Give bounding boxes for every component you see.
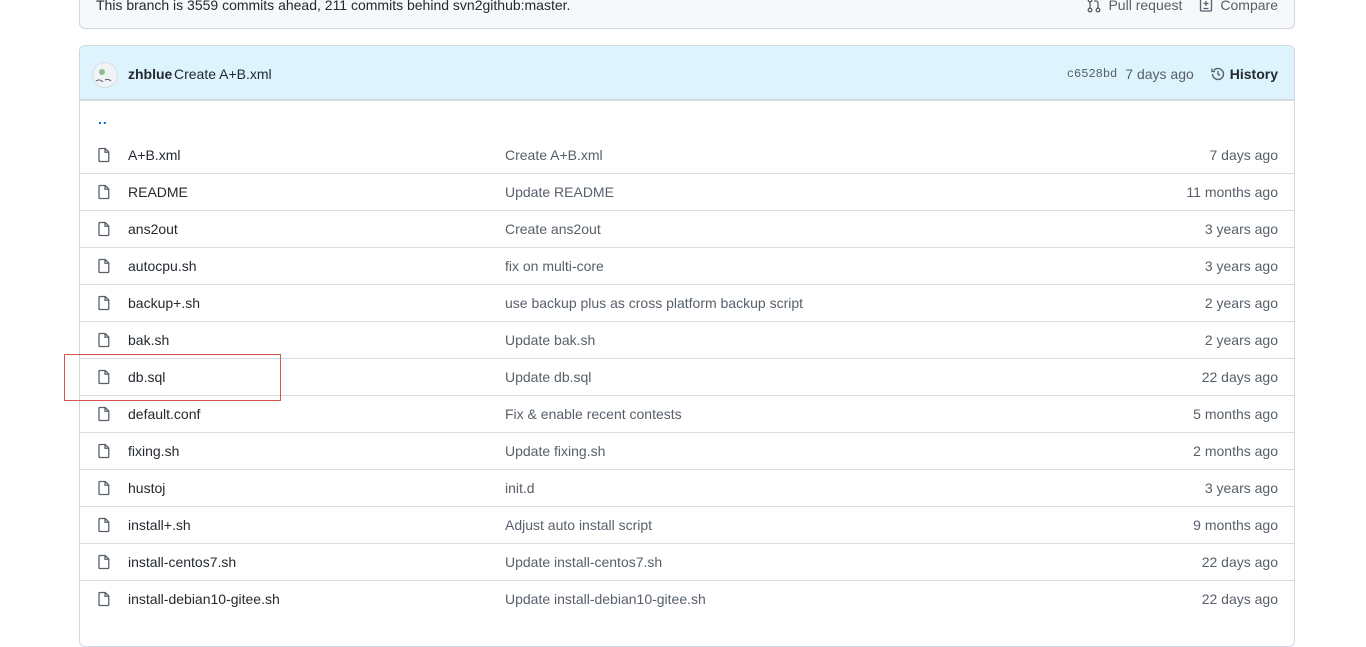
file-row[interactable]: hustoj init.d 3 years ago xyxy=(80,469,1294,506)
file-name-link[interactable]: hustoj xyxy=(128,480,165,496)
compare-icon xyxy=(1200,0,1213,12)
file-icon xyxy=(96,258,112,274)
file-commit-age: 5 months ago xyxy=(1193,406,1278,422)
file-row[interactable]: install+.sh Adjust auto install script 9 m… xyxy=(80,506,1294,543)
file-commit-age: 7 days ago xyxy=(1209,147,1279,163)
file-row[interactable]: install-centos7.sh Update install-centos7… xyxy=(80,543,1294,580)
file-name-link[interactable]: A+B.xml xyxy=(128,147,181,163)
file-commit-message-link[interactable]: Update db.sql xyxy=(505,369,591,385)
commit-sha-link[interactable]: c6528bd xyxy=(1067,67,1117,81)
pull-request-label: Pull request xyxy=(1108,0,1183,13)
file-icon xyxy=(96,369,112,385)
file-icon xyxy=(96,221,112,237)
file-commit-message-link[interactable]: Create A+B.xml xyxy=(505,147,603,163)
file-icon xyxy=(96,517,112,533)
commit-author-link[interactable]: zhblue xyxy=(128,66,172,82)
file-commit-message-link[interactable]: init.d xyxy=(505,480,535,496)
file-commit-message-link[interactable]: Adjust auto install script xyxy=(505,517,652,533)
file-browser: zhblue Create A+B.xml c6528bd 7 days ago… xyxy=(79,45,1295,647)
history-icon xyxy=(1211,67,1224,81)
file-commit-message-link[interactable]: Update README xyxy=(505,184,614,200)
file-icon xyxy=(96,443,112,459)
file-icon xyxy=(96,480,112,496)
file-row[interactable]: autocpu.sh fix on multi-core 3 years ago xyxy=(80,247,1294,284)
file-commit-age: 9 months ago xyxy=(1193,517,1278,533)
commit-meta: c6528bd 7 days ago History xyxy=(1067,66,1278,82)
commit-age: 7 days ago xyxy=(1125,66,1194,82)
file-row[interactable]: ans2out Create ans2out 3 years ago xyxy=(80,210,1294,247)
file-name-link[interactable]: db.sql xyxy=(128,369,165,385)
commit-message-link[interactable]: Create A+B.xml xyxy=(174,66,272,82)
file-row[interactable]: db.sql Update db.sql 22 days ago xyxy=(80,358,1294,395)
file-row[interactable]: fixing.sh Update fixing.sh 2 months ago xyxy=(80,432,1294,469)
pull-request-button[interactable]: Pull request xyxy=(1086,0,1182,13)
file-commit-age: 2 years ago xyxy=(1204,332,1278,348)
file-name-link[interactable]: install+.sh xyxy=(128,517,191,533)
file-commit-message-link[interactable]: Update fixing.sh xyxy=(505,443,605,459)
history-label: History xyxy=(1229,66,1278,82)
file-name-link[interactable]: fixing.sh xyxy=(128,443,179,459)
file-name-link[interactable]: autocpu.sh xyxy=(128,258,197,274)
file-icon xyxy=(96,295,112,311)
parent-directory-link[interactable]: .. xyxy=(98,111,108,127)
file-commit-message-link[interactable]: Update install-debian10-gitee.sh xyxy=(505,591,706,607)
branch-actions: Pull request Compare xyxy=(1086,0,1278,13)
file-name-link[interactable]: README xyxy=(128,184,188,200)
author-avatar[interactable] xyxy=(92,62,118,88)
file-row[interactable]: A+B.xml Create A+B.xml 7 days ago xyxy=(80,137,1294,173)
file-icon xyxy=(96,406,112,422)
file-row[interactable]: bak.sh Update bak.sh 2 years ago xyxy=(80,321,1294,358)
file-name-link[interactable]: backup+.sh xyxy=(128,295,200,311)
history-link[interactable]: History xyxy=(1210,66,1278,82)
branch-status-text: This branch is 3559 commits ahead, 211 c… xyxy=(96,0,571,13)
file-commit-age: 11 months ago xyxy=(1186,184,1278,200)
file-commit-age: 3 years ago xyxy=(1204,221,1278,237)
parent-directory-row[interactable]: .. xyxy=(80,100,1294,137)
file-commit-message-link[interactable]: use backup plus as cross platform backup… xyxy=(505,295,803,311)
file-commit-age: 3 years ago xyxy=(1204,258,1278,274)
file-row[interactable]: default.conf Fix & enable recent contests… xyxy=(80,395,1294,432)
latest-commit-header: zhblue Create A+B.xml c6528bd 7 days ago… xyxy=(80,46,1294,100)
file-name-link[interactable]: bak.sh xyxy=(128,332,169,348)
file-name-link[interactable]: default.conf xyxy=(128,406,200,422)
file-commit-age: 2 months ago xyxy=(1193,443,1278,459)
file-commit-message-link[interactable]: Fix & enable recent contests xyxy=(505,406,682,422)
compare-label: Compare xyxy=(1220,0,1278,13)
file-commit-message-link[interactable]: Create ans2out xyxy=(505,221,601,237)
pull-request-icon xyxy=(1088,0,1101,13)
file-row[interactable]: install-debian10-gitee.sh Update install-… xyxy=(80,580,1294,617)
file-row[interactable]: README Update README 11 months ago xyxy=(80,173,1294,210)
compare-button[interactable]: Compare xyxy=(1198,0,1278,13)
file-commit-message-link[interactable]: fix on multi-core xyxy=(505,258,604,274)
file-icon xyxy=(96,184,112,200)
file-commit-age: 3 years ago xyxy=(1204,480,1278,496)
file-name-link[interactable]: ans2out xyxy=(128,221,178,237)
file-commit-age: 2 years ago xyxy=(1204,295,1278,311)
file-icon xyxy=(96,591,112,607)
file-commit-age: 22 days ago xyxy=(1201,554,1278,570)
file-name-link[interactable]: install-centos7.sh xyxy=(128,554,236,570)
file-icon xyxy=(96,147,112,163)
file-commit-message-link[interactable]: Update install-centos7.sh xyxy=(505,554,662,570)
file-name-link[interactable]: install-debian10-gitee.sh xyxy=(128,591,280,607)
avatar-image-icon xyxy=(95,69,112,83)
file-commit-age: 22 days ago xyxy=(1201,369,1278,385)
file-commit-age: 22 days ago xyxy=(1201,591,1278,607)
branch-status-bar: This branch is 3559 commits ahead, 211 c… xyxy=(79,0,1295,29)
file-commit-message-link[interactable]: Update bak.sh xyxy=(505,332,595,348)
file-icon xyxy=(96,554,112,570)
file-icon xyxy=(96,332,112,348)
file-row[interactable]: backup+.sh use backup plus as cross platf… xyxy=(80,284,1294,321)
